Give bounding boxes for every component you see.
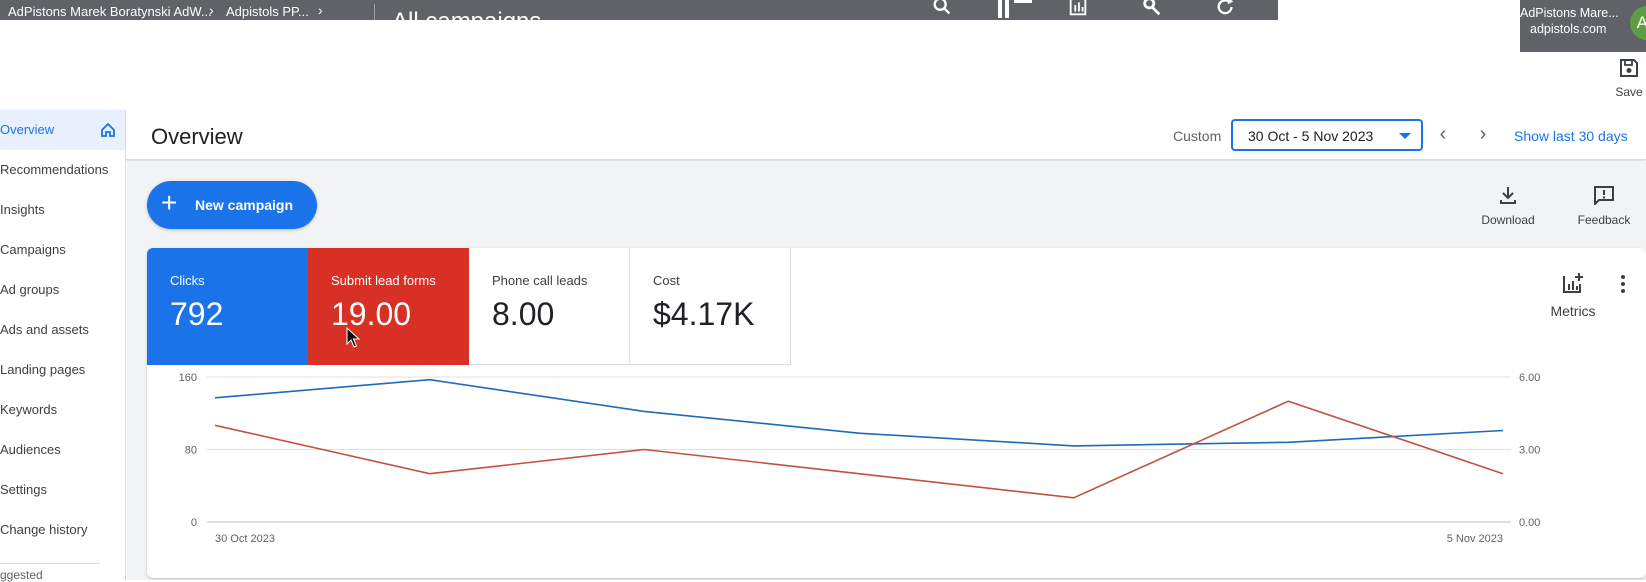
x-tick-label: 5 Nov 2023 [1447, 533, 1503, 545]
chevron-right-icon: › [209, 2, 214, 18]
sidebar-item-label: Change history [0, 522, 88, 537]
sidebar-item-label: Recommendations [0, 162, 109, 177]
sidebar-item-label: Overview [0, 122, 55, 137]
metrics-button[interactable]: Metrics [1535, 272, 1611, 319]
tools-icon[interactable] [1140, 0, 1164, 18]
metric-tile-cost[interactable]: Cost $4.17K [630, 248, 791, 365]
overview-header: Overview Custom 30 Oct - 5 Nov 2023 ‹ › … [126, 110, 1646, 160]
download-button[interactable]: Download [1475, 185, 1541, 227]
sidebar-item-audiences[interactable]: Audiences [0, 430, 125, 470]
page-title: Overview [151, 124, 243, 149]
performance-chart: 160 80 0 6.00 3.00 0.00 30 Oct 2023 5 Nov 2023 [179, 372, 1541, 545]
feedback-button[interactable]: Feedback [1571, 185, 1637, 227]
metric-value: $4.17K [653, 296, 755, 332]
page-heading: All campaigns [392, 8, 541, 20]
sidebar-item-ad-groups[interactable]: Ad groups [0, 270, 125, 310]
account-info[interactable]: AdPistons Mare... adpistols.com [1520, 0, 1646, 52]
home-icon [101, 122, 115, 137]
save-label: Save [1615, 85, 1643, 99]
account-name: AdPistons Mare... [1520, 6, 1619, 20]
metric-tile-phone-call-leads[interactable]: Phone call leads 8.00 [469, 248, 630, 365]
metric-value: 8.00 [492, 296, 555, 332]
y-left-tick-label: 80 [185, 445, 197, 457]
new-campaign-button[interactable]: + New campaign [147, 181, 317, 229]
chevron-down-icon [1399, 133, 1411, 139]
metric-tile-submit-lead-forms[interactable]: Submit lead forms 19.00 [308, 248, 469, 365]
sidebar-item-label: Keywords [0, 402, 58, 417]
more-options-icon[interactable] [1613, 274, 1633, 298]
y-right-tick-label: 0.00 [1519, 517, 1540, 529]
y-left-tick-label: 0 [191, 517, 197, 529]
refresh-icon[interactable] [1214, 0, 1238, 18]
sidebar-item-label: Landing pages [0, 362, 86, 377]
metric-name: Clicks [170, 273, 205, 288]
sidebar-item-label: Settings [0, 482, 47, 497]
feedback-label: Feedback [1577, 213, 1631, 227]
previous-period-button[interactable]: ‹ [1430, 120, 1456, 148]
next-period-button[interactable]: › [1470, 120, 1496, 148]
sidebar-item-change-history[interactable]: Change history [0, 510, 125, 550]
main-content: + New campaign Download Feedback Clicks … [127, 161, 1646, 580]
y-right-tick-label: 6.00 [1519, 372, 1540, 384]
divider [374, 4, 375, 20]
sidebar-item-campaigns[interactable]: Campaigns [0, 230, 125, 270]
sidebar-item-ads-and-assets[interactable]: Ads and assets [0, 310, 125, 350]
custom-label: Custom [1173, 128, 1222, 144]
sidebar-item-label: Insights [0, 202, 45, 217]
chevron-right-icon: › [318, 2, 323, 18]
download-label: Download [1481, 213, 1535, 227]
sidebar-item-settings[interactable]: Settings [0, 470, 125, 510]
performance-card: Clicks 792 Submit lead forms 19.00 Phone… [147, 248, 1646, 578]
metric-name: Submit lead forms [331, 273, 436, 288]
sidebar-item-recommendations[interactable]: Recommendations [0, 150, 125, 190]
sidebar-item-label: Ad groups [0, 282, 60, 297]
save-button[interactable]: Save [1612, 58, 1646, 104]
series-line-left-axis [214, 378, 1504, 447]
sidebar-item-overview[interactable]: Overview [0, 110, 125, 150]
sidebar-item-label: Audiences [0, 442, 61, 457]
sidebar-divider [0, 563, 100, 564]
sidebar-item-label: Ads and assets [0, 322, 89, 337]
sidebar-item-insights[interactable]: Insights [0, 190, 125, 230]
top-bar: AdPistons Marek Boratynski AdW... › Adpi… [0, 0, 1278, 20]
sidebar-item-label: Campaigns [0, 242, 66, 257]
save-icon [1620, 59, 1638, 77]
mouse-cursor-icon [346, 327, 360, 348]
sidebar-item-landing-pages[interactable]: Landing pages [0, 350, 125, 390]
segment-icon[interactable] [996, 0, 1036, 18]
y-right-tick-label: 3.00 [1519, 445, 1540, 457]
date-range-select[interactable]: 30 Oct - 5 Nov 2023 [1231, 119, 1423, 151]
metric-value: 19.00 [331, 296, 412, 332]
x-tick-label: 30 Oct 2023 [215, 533, 275, 545]
metrics-label: Metrics [1550, 303, 1596, 319]
sidebar-item-keywords[interactable]: Keywords [0, 390, 125, 430]
metric-tile-clicks[interactable]: Clicks 792 [147, 248, 308, 365]
download-icon [1500, 187, 1516, 204]
metric-value: 792 [170, 296, 224, 332]
breadcrumb-account[interactable]: AdPistons Marek Boratynski AdW... [8, 4, 212, 19]
reports-icon[interactable] [1066, 0, 1090, 18]
metric-name: Cost [653, 273, 680, 288]
add-chart-icon [1563, 273, 1583, 293]
search-icon[interactable] [930, 0, 954, 18]
new-campaign-label: New campaign [195, 197, 294, 213]
breadcrumb-campaign[interactable]: Adpistols PP... [226, 4, 309, 19]
metric-name: Phone call leads [492, 273, 588, 288]
date-range-value: 30 Oct - 5 Nov 2023 [1248, 128, 1374, 144]
sidebar: Overview Recommendations Insights Campai… [0, 110, 126, 582]
account-email: adpistols.com [1530, 22, 1607, 36]
show-last-30-days-link[interactable]: Show last 30 days [1514, 128, 1628, 144]
feedback-icon [1594, 186, 1614, 207]
plus-icon: + [161, 187, 178, 218]
y-left-tick-label: 160 [179, 372, 197, 384]
